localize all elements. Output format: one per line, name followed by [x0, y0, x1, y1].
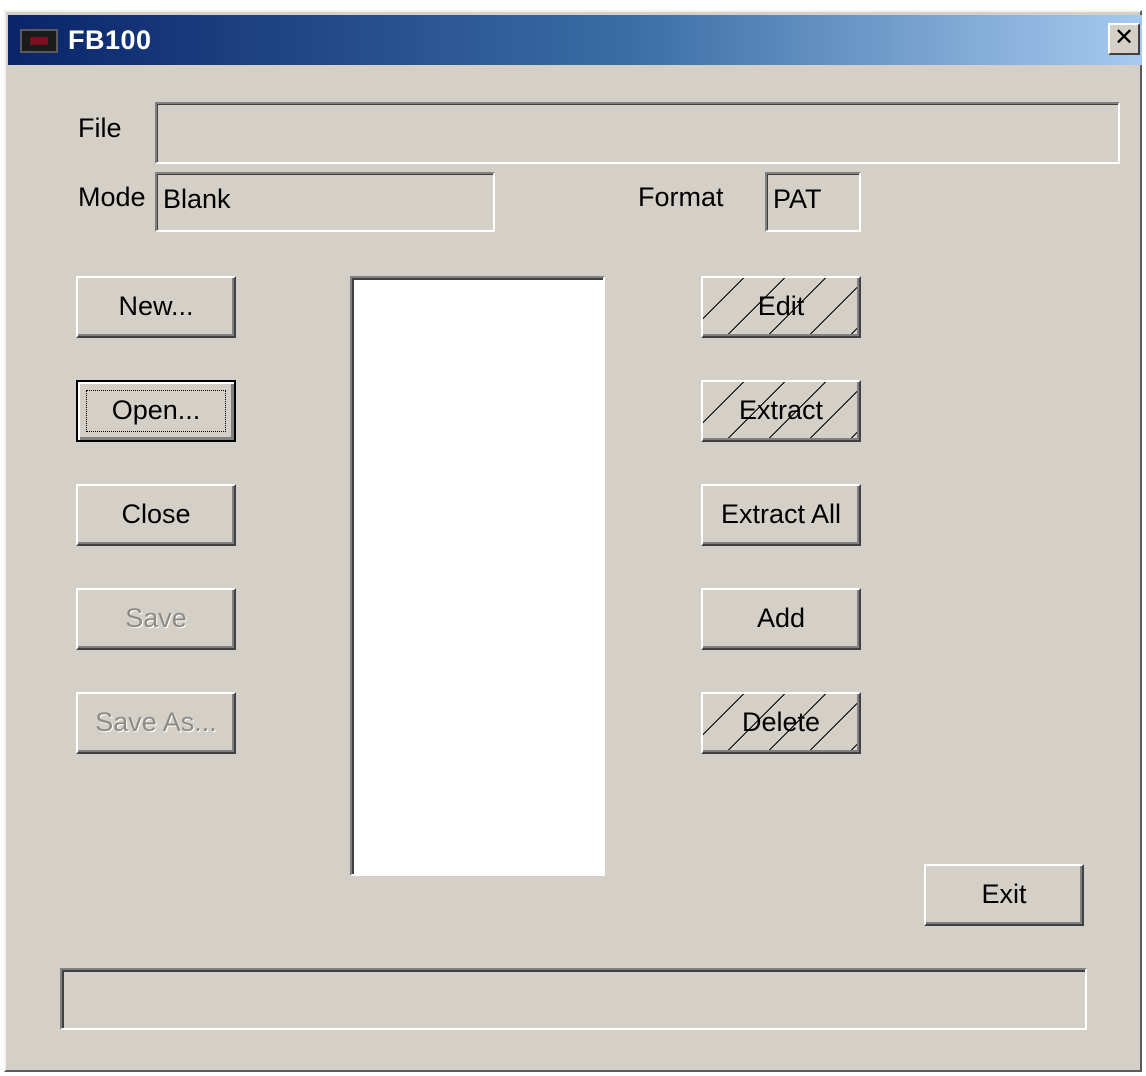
delete-button[interactable]: Delete [701, 692, 861, 754]
extract-button[interactable]: Extract [701, 380, 861, 442]
mode-label: Mode [78, 182, 146, 212]
title-bar[interactable]: FB100 ✕ [8, 15, 1142, 65]
close-button[interactable]: Close [76, 484, 236, 546]
format-field: PAT [765, 172, 861, 232]
close-icon[interactable]: ✕ [1108, 23, 1140, 55]
file-label: File [78, 113, 122, 143]
add-button[interactable]: Add [701, 588, 861, 650]
status-bar [60, 968, 1087, 1030]
open-button[interactable]: Open... [76, 380, 236, 442]
save-button[interactable]: Save [76, 588, 236, 650]
app-icon [20, 29, 58, 53]
extract-all-button[interactable]: Extract All [701, 484, 861, 546]
exit-button[interactable]: Exit [924, 864, 1084, 926]
file-list[interactable] [350, 276, 605, 876]
focus-ring [86, 390, 226, 432]
delete-button-label: Delete [741, 707, 821, 737]
window-title: FB100 [68, 25, 152, 55]
file-field [155, 102, 1120, 164]
save-as-button[interactable]: Save As... [76, 692, 236, 754]
format-label: Format [638, 182, 724, 212]
edit-button-label: Edit [757, 291, 805, 321]
extract-button-label: Extract [738, 395, 824, 425]
edit-button[interactable]: Edit [701, 276, 861, 338]
new-button[interactable]: New... [76, 276, 236, 338]
mode-field: Blank [155, 172, 495, 232]
